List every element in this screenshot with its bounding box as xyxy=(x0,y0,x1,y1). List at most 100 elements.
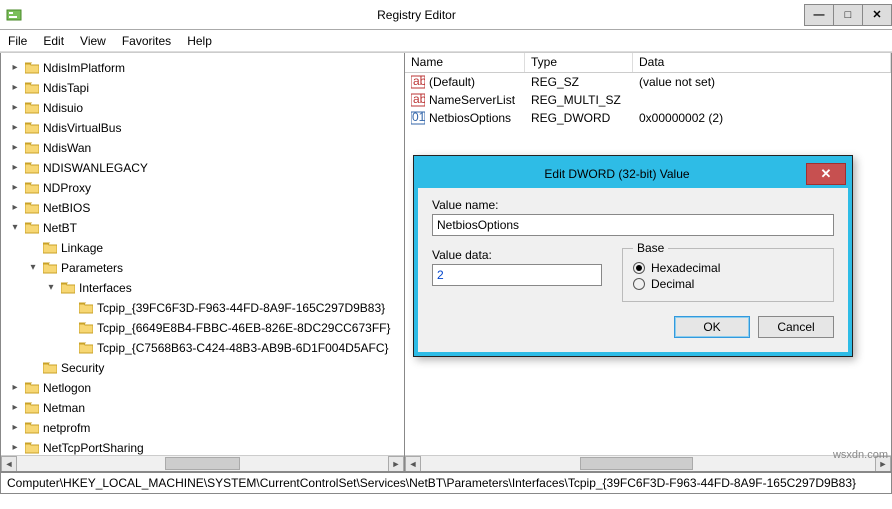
tree-node[interactable]: ▸ NetTcpPortSharing xyxy=(9,439,144,455)
tree-node[interactable]: ▸ Ndisuio xyxy=(9,99,83,117)
tree-node[interactable]: ▸NdisTapi xyxy=(9,79,89,97)
expander-icon[interactable] xyxy=(27,239,39,257)
expander-icon[interactable] xyxy=(63,319,75,337)
tree-node-label: Tcpip_{C7568B63-C424-48B3-AB9B-6D1F004D5… xyxy=(97,339,389,357)
radio-hex-label: Hexadecimal xyxy=(651,261,720,275)
radio-hexadecimal[interactable]: Hexadecimal xyxy=(633,261,823,275)
tree-node[interactable]: ▾Interfaces xyxy=(45,279,132,297)
tree-node-label: NetBT xyxy=(43,219,77,237)
tree-node[interactable]: ▾ NetBT xyxy=(9,219,77,237)
folder-icon xyxy=(25,182,39,194)
dialog-titlebar[interactable]: Edit DWORD (32-bit) Value ✕ xyxy=(418,160,848,188)
svg-text:011: 011 xyxy=(412,111,425,124)
tree-node[interactable]: ▸Netman xyxy=(9,399,85,417)
expander-icon[interactable]: ▸ xyxy=(9,379,21,397)
minimize-button[interactable]: — xyxy=(804,4,834,26)
expander-icon[interactable]: ▸ xyxy=(9,419,21,437)
scroll-left-icon[interactable]: ◄ xyxy=(1,456,17,472)
tree-hscrollbar[interactable]: ◄ ► xyxy=(1,455,404,471)
expander-icon[interactable]: ▸ xyxy=(9,159,21,177)
tree-node-label: Security xyxy=(61,359,104,377)
radio-decimal[interactable]: Decimal xyxy=(633,277,823,291)
expander-icon[interactable]: ▸ xyxy=(9,179,21,197)
statusbar: Computer\HKEY_LOCAL_MACHINE\SYSTEM\Curre… xyxy=(0,472,892,494)
dialog-body: Value name: Value data: Base Hexadecimal… xyxy=(418,188,848,352)
tree-node[interactable]: ▸ NdisWan xyxy=(9,139,91,157)
values-hscrollbar[interactable]: ◄ ► xyxy=(405,455,891,471)
cancel-button[interactable]: Cancel xyxy=(758,316,834,338)
list-row[interactable]: abNameServerListREG_MULTI_SZ xyxy=(405,91,891,109)
ok-button[interactable]: OK xyxy=(674,316,750,338)
col-type[interactable]: Type xyxy=(525,53,633,72)
tree-node[interactable]: ▸NdisImPlatform xyxy=(9,59,125,77)
tree-node[interactable]: Linkage xyxy=(27,239,103,257)
tree-scroll[interactable]: ▸NdisImPlatform▸NdisTapi▸Ndisuio▸NdisVir… xyxy=(1,53,404,455)
dialog-close-button[interactable]: ✕ xyxy=(806,163,846,185)
expander-icon[interactable]: ▸ xyxy=(9,199,21,217)
expander-icon[interactable]: ▸ xyxy=(9,399,21,417)
registry-tree: ▸NdisImPlatform▸NdisTapi▸Ndisuio▸NdisVir… xyxy=(9,57,404,455)
value-name-label: Value name: xyxy=(432,198,834,212)
tree-node-label: Ndisuio xyxy=(43,99,83,117)
expander-icon[interactable]: ▸ xyxy=(9,59,21,77)
col-name[interactable]: Name xyxy=(405,53,525,72)
tree-node[interactable]: Tcpip_{C7568B63-C424-48B3-AB9B-6D1F004D5… xyxy=(63,339,389,357)
tree-node[interactable]: Tcpip_{39FC6F3D-F963-44FD-8A9F-165C297D9… xyxy=(63,299,385,317)
scroll-left-icon[interactable]: ◄ xyxy=(405,456,421,472)
window-title: Registry Editor xyxy=(28,8,805,22)
expander-icon[interactable]: ▾ xyxy=(27,259,39,277)
value-type: REG_SZ xyxy=(531,75,579,89)
scroll-track[interactable] xyxy=(17,456,388,472)
menu-file[interactable]: File xyxy=(8,34,27,48)
scroll-thumb[interactable] xyxy=(580,457,694,470)
value-data: (value not set) xyxy=(639,75,715,89)
tree-node[interactable]: ▸NDProxy xyxy=(9,179,91,197)
col-data[interactable]: Data xyxy=(633,53,891,72)
tree-node[interactable]: Security xyxy=(27,359,104,377)
tree-pane: ▸NdisImPlatform▸NdisTapi▸Ndisuio▸NdisVir… xyxy=(0,53,405,472)
tree-node[interactable]: ▾Parameters xyxy=(27,259,123,277)
maximize-button[interactable]: □ xyxy=(833,4,863,26)
folder-icon xyxy=(79,302,93,314)
tree-node[interactable]: ▸ NdisVirtualBus xyxy=(9,119,121,137)
tree-node[interactable]: ▸NDISWANLEGACY xyxy=(9,159,148,177)
menu-favorites[interactable]: Favorites xyxy=(122,34,171,48)
expander-icon[interactable]: ▾ xyxy=(45,279,57,297)
expander-icon[interactable]: ▸ xyxy=(9,139,21,157)
folder-icon xyxy=(25,102,39,114)
scroll-track[interactable] xyxy=(421,456,875,472)
expander-icon[interactable]: ▸ xyxy=(9,119,21,137)
menu-edit[interactable]: Edit xyxy=(43,34,64,48)
tree-node[interactable]: Tcpip_{6649E8B4-FBBC-46EB-826E-8DC29CC67… xyxy=(63,319,391,337)
value-data-input[interactable] xyxy=(432,264,602,286)
expander-icon[interactable] xyxy=(63,339,75,357)
expander-icon[interactable] xyxy=(63,299,75,317)
tree-node[interactable]: ▸ NetBIOS xyxy=(9,199,90,217)
menu-help[interactable]: Help xyxy=(187,34,212,48)
tree-node-label: NetTcpPortSharing xyxy=(43,439,144,455)
expander-icon[interactable]: ▸ xyxy=(9,439,21,455)
value-icon: 011 xyxy=(411,111,425,125)
tree-node-label: NdisWan xyxy=(43,139,91,157)
close-button[interactable]: ✕ xyxy=(862,4,892,26)
tree-node[interactable]: ▸Netlogon xyxy=(9,379,91,397)
tree-node-label: NetBIOS xyxy=(43,199,90,217)
value-name-input[interactable] xyxy=(432,214,834,236)
list-row[interactable]: 011NetbiosOptionsREG_DWORD0x00000002 (2) xyxy=(405,109,891,127)
tree-node-label: Linkage xyxy=(61,239,103,257)
expander-icon[interactable]: ▸ xyxy=(9,79,21,97)
menu-view[interactable]: View xyxy=(80,34,106,48)
scroll-right-icon[interactable]: ► xyxy=(388,456,404,472)
scroll-thumb[interactable] xyxy=(165,457,239,470)
tree-node[interactable]: ▸netprofm xyxy=(9,419,90,437)
value-name: (Default) xyxy=(429,75,475,89)
list-header: Name Type Data xyxy=(405,53,891,73)
value-name: NameServerList xyxy=(429,93,515,107)
list-row[interactable]: ab(Default)REG_SZ(value not set) xyxy=(405,73,891,91)
expander-icon[interactable] xyxy=(27,359,39,377)
expander-icon[interactable]: ▾ xyxy=(9,219,21,237)
value-data-label: Value data: xyxy=(432,248,602,262)
watermark: wsxdn.com xyxy=(833,449,888,461)
expander-icon[interactable]: ▸ xyxy=(9,99,21,117)
tree-node-label: NdisVirtualBus xyxy=(43,119,121,137)
